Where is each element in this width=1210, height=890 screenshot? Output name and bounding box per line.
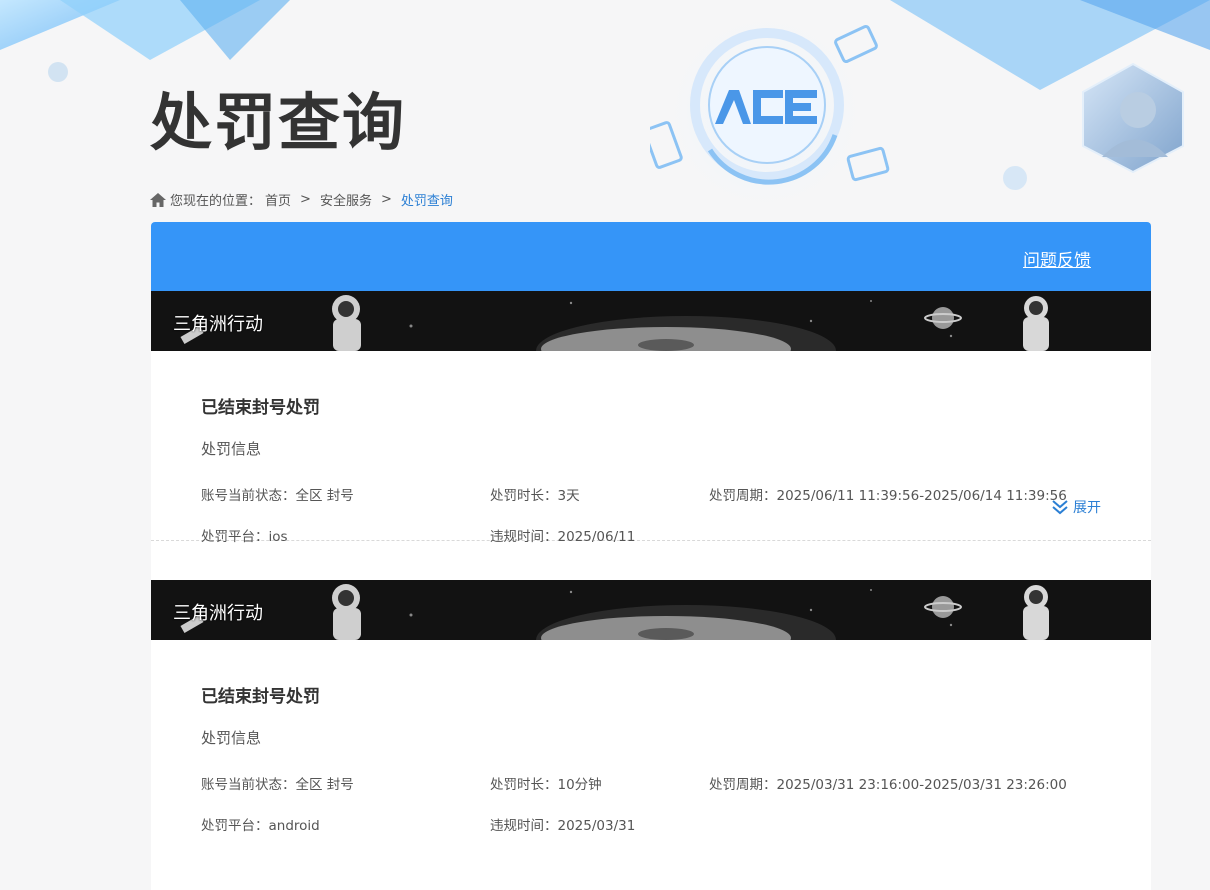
penalty-panel: 问题反馈 三角洲行动 已结束封号处罚 处罚信息 账号当前状态：全区 封号 处罚时… [151,222,1151,890]
info-grid: 账号当前状态：全区 封号 处罚时长：3天 处罚周期：2025/06/11 11:… [201,484,1101,574]
breadcrumb: 您现在的位置： 首页 > 安全服务 > 处罚查询 [150,190,453,209]
game-banner: 三角洲行动 [151,291,1151,351]
penalty-record: 三角洲行动 已结束封号处罚 处罚信息 账号当前状态：全区 封号 处罚时长：3天 … [151,291,1151,545]
penalty-duration: 处罚时长：10分钟 [490,777,602,793]
breadcrumb-separator: > [300,192,311,207]
game-name: 三角洲行动 [173,314,263,335]
breadcrumb-separator: > [380,192,392,207]
record-body: 已结束封号处罚 处罚信息 账号当前状态：全区 封号 处罚时长：10分钟 处罚周期… [151,640,1151,863]
page-title: 处罚查询 [150,86,407,159]
breadcrumb-security-service[interactable]: 安全服务 [320,190,372,209]
violation-time: 违规时间：2025/06/11 [490,529,636,545]
banner-art [151,291,1151,351]
game-banner: 三角洲行动 [151,580,1151,640]
record-subtitle: 处罚信息 [201,440,262,458]
account-status: 账号当前状态：全区 封号 [201,488,354,504]
breadcrumb-home[interactable]: 首页 [265,190,291,209]
home-icon [150,192,166,207]
game-name: 三角洲行动 [173,603,263,624]
avatar[interactable] [1080,62,1186,174]
account-status: 账号当前状态：全区 封号 [201,777,354,793]
ace-logo [650,25,890,185]
penalty-record: 三角洲行动 已结束封号处罚 处罚信息 账号当前状态：全区 封号 处罚时长：10分… [151,580,1151,840]
breadcrumb-current[interactable]: 处罚查询 [401,190,453,209]
record-title: 已结束封号处罚 [201,687,320,707]
penalty-duration: 处罚时长：3天 [490,488,580,504]
breadcrumb-prefix: 您现在的位置： [170,194,262,209]
banner-art [151,580,1151,640]
record-subtitle: 处罚信息 [201,729,262,747]
penalty-platform: 处罚平台：android [201,818,320,834]
feedback-link[interactable]: 问题反馈 [1023,246,1091,271]
hero-section: 处罚查询 您现在的位置： 首页 > 安全服务 > 处罚查询 [0,0,1210,222]
penalty-period: 处罚周期：2025/03/31 23:16:00-2025/03/31 23:2… [709,777,1067,793]
record-title: 已结束封号处罚 [201,398,320,418]
expand-label: 展开 [1073,500,1101,516]
expand-button[interactable]: 展开 [1051,497,1101,517]
violation-time: 违规时间：2025/03/31 [490,818,636,834]
record-body: 已结束封号处罚 处罚信息 账号当前状态：全区 封号 处罚时长：3天 处罚周期：2… [151,351,1151,574]
info-grid: 账号当前状态：全区 封号 处罚时长：10分钟 处罚周期：2025/03/31 2… [201,773,1101,863]
double-chevron-down-icon [1052,500,1068,515]
penalty-platform: 处罚平台：ios [201,529,288,545]
panel-header: 问题反馈 [151,222,1151,291]
penalty-period: 处罚周期：2025/06/11 11:39:56-2025/06/14 11:3… [709,488,1067,504]
